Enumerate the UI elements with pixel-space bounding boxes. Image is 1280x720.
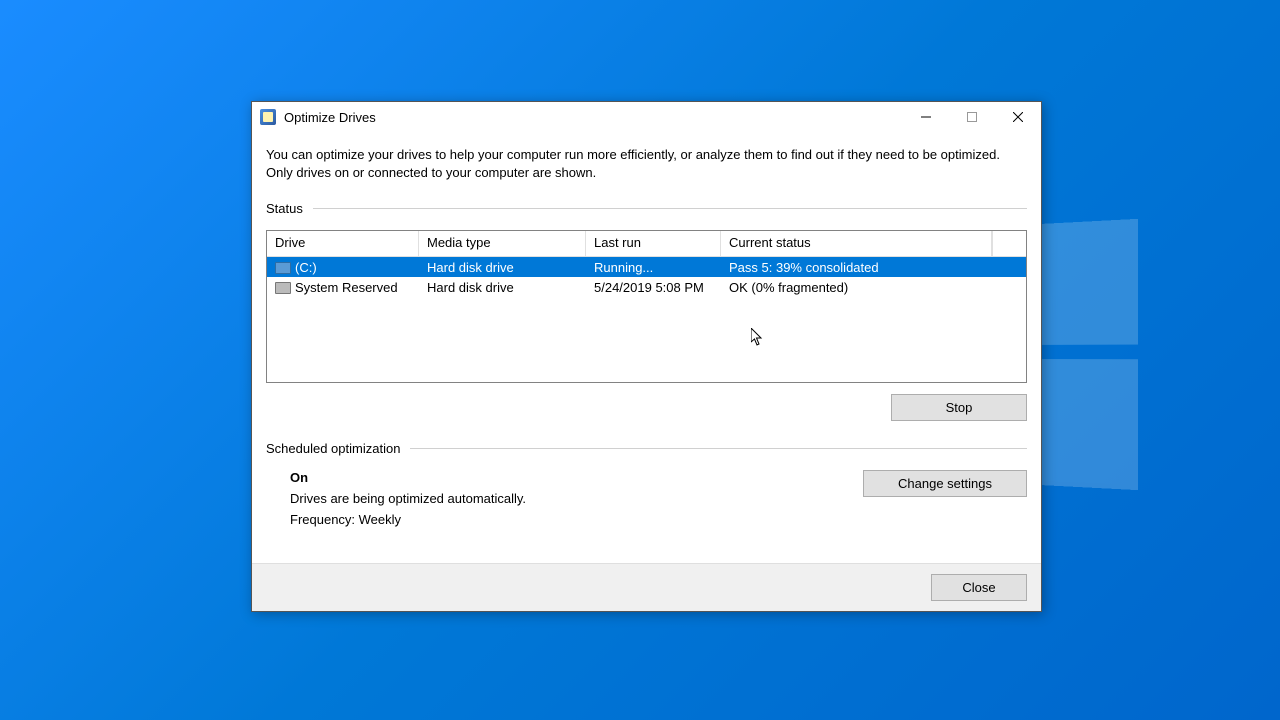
col-header-status[interactable]: Current status <box>721 231 992 257</box>
close-dialog-button[interactable]: Close <box>931 574 1027 601</box>
window-title: Optimize Drives <box>284 110 903 125</box>
col-header-drive[interactable]: Drive <box>267 231 419 257</box>
table-row[interactable]: (C:) Hard disk drive Running... Pass 5: … <box>267 257 1026 277</box>
status-section-header: Status <box>266 201 1027 216</box>
media-type: Hard disk drive <box>419 260 586 275</box>
close-button[interactable] <box>995 102 1041 132</box>
scheduled-section-header: Scheduled optimization <box>266 441 1027 456</box>
scheduled-state: On <box>290 470 863 485</box>
dialog-footer: Close <box>252 563 1041 611</box>
scheduled-label: Scheduled optimization <box>266 441 400 456</box>
table-header: Drive Media type Last run Current status <box>267 231 1026 257</box>
change-settings-button[interactable]: Change settings <box>863 470 1027 497</box>
scheduled-frequency: Frequency: Weekly <box>290 512 863 527</box>
scheduled-text: On Drives are being optimized automatica… <box>290 470 863 533</box>
table-body: (C:) Hard disk drive Running... Pass 5: … <box>267 257 1026 382</box>
last-run: 5/24/2019 5:08 PM <box>586 280 721 295</box>
table-row[interactable]: System Reserved Hard disk drive 5/24/201… <box>267 277 1026 297</box>
status-label: Status <box>266 201 303 216</box>
drives-table: Drive Media type Last run Current status… <box>266 230 1027 383</box>
col-header-last[interactable]: Last run <box>586 231 721 257</box>
col-scroll-spacer <box>992 231 1026 257</box>
current-status: OK (0% fragmented) <box>721 280 1026 295</box>
drive-icon <box>275 282 291 294</box>
app-icon <box>260 109 276 125</box>
minimize-button[interactable] <box>903 102 949 132</box>
scheduled-desc: Drives are being optimized automatically… <box>290 491 863 506</box>
current-status: Pass 5: 39% consolidated <box>721 260 1026 275</box>
stop-button[interactable]: Stop <box>891 394 1027 421</box>
drive-name: System Reserved <box>295 280 398 295</box>
description-text: You can optimize your drives to help you… <box>266 146 1027 181</box>
media-type: Hard disk drive <box>419 280 586 295</box>
optimize-drives-dialog: Optimize Drives You can optimize your dr… <box>251 101 1042 612</box>
drive-icon <box>275 262 291 274</box>
last-run: Running... <box>586 260 721 275</box>
col-header-media[interactable]: Media type <box>419 231 586 257</box>
titlebar[interactable]: Optimize Drives <box>252 102 1041 132</box>
maximize-button[interactable] <box>949 102 995 132</box>
drive-name: (C:) <box>295 260 317 275</box>
